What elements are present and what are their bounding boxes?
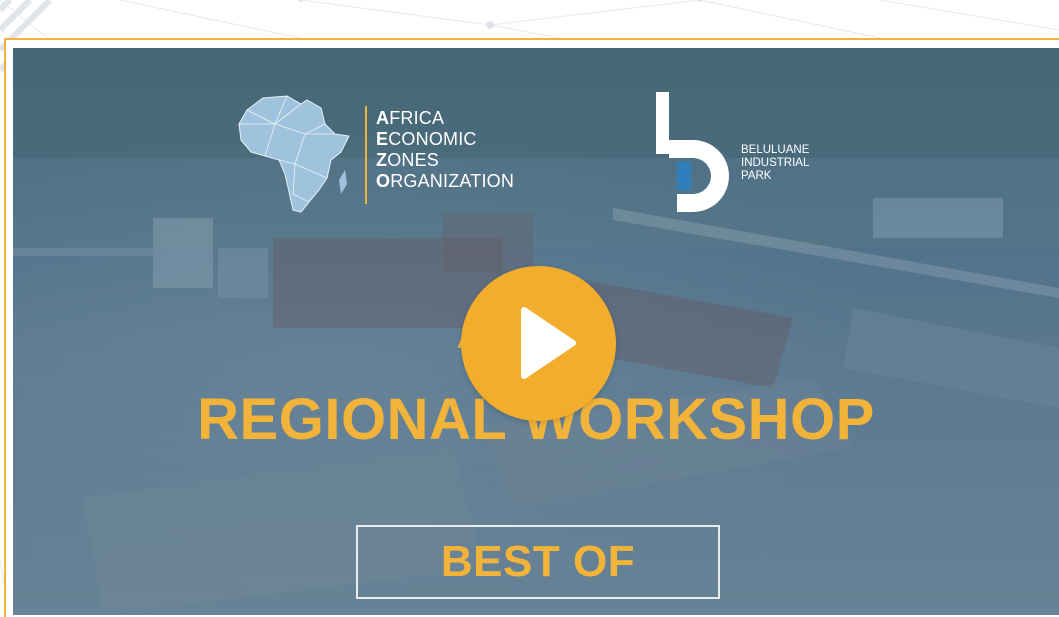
- aezo-logo-line: ORGANIZATION: [376, 171, 515, 191]
- bip-logo-line: INDUSTRIAL: [741, 157, 810, 169]
- play-button[interactable]: [461, 266, 616, 421]
- aezo-logo-line: ECONOMIC: [376, 129, 477, 149]
- bip-logo-mark-icon: [656, 92, 729, 212]
- bip-logo-line: PARK: [741, 170, 772, 182]
- aezo-logo-divider: [365, 106, 367, 204]
- best-of-badge: BEST OF: [356, 525, 720, 599]
- aezo-logo-line: AFRICA: [376, 108, 445, 128]
- bip-logo-wordmark: BELULUANE INDUSTRIAL PARK: [741, 144, 809, 183]
- video-player[interactable]: AFRICA ECONOMIC ZONES ORGANIZATION BELUL…: [13, 48, 1059, 615]
- play-icon: [521, 307, 576, 379]
- bip-logo-line: BELULUANE: [741, 144, 810, 156]
- aezo-logo: AFRICA ECONOMIC ZONES ORGANIZATION: [235, 94, 585, 214]
- aezo-logo-wordmark: AFRICA ECONOMIC ZONES ORGANIZATION: [376, 108, 514, 192]
- beluluane-industrial-park-logo: BELULUANE INDUSTRIAL PARK: [653, 92, 873, 217]
- africa-map-icon: [238, 95, 350, 213]
- aezo-logo-line: ZONES: [376, 150, 440, 170]
- best-of-label: BEST OF: [440, 537, 636, 586]
